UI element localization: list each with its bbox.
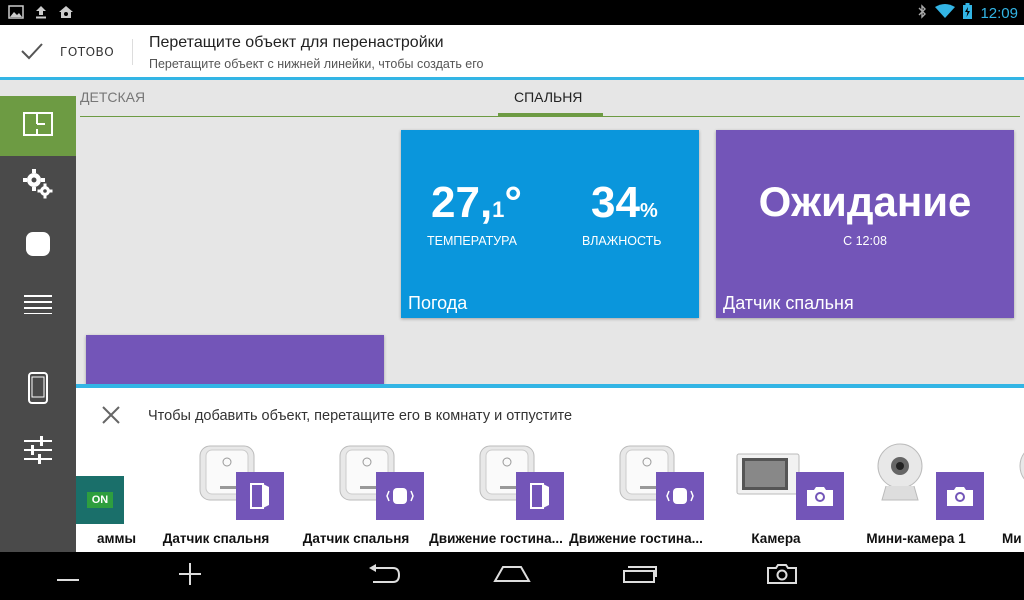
device-icon [24,230,52,262]
widget-item[interactable]: ON аммы [76,438,146,552]
wifi-icon [935,3,956,23]
sensor-tile[interactable]: Ожидание С 12:08 Датчик спальня [716,130,1014,318]
widget-item[interactable]: Камера [706,438,846,552]
tab-underline [80,116,1020,117]
widget-label: Движение гостина... [569,531,703,546]
humidity-caption: ВЛАЖНОСТЬ [582,234,662,248]
sidebar-item-floorplan[interactable] [0,96,76,156]
vibration-icon [656,472,704,520]
battery-icon [963,3,973,23]
widget-item[interactable]: Движение гостина... [566,438,706,552]
camera-icon [766,563,798,589]
camera-device-icon [736,453,800,495]
page-subtitle: Перетащите объект с нижней линейки, чтоб… [149,57,484,71]
sidebar-item-settings[interactable] [0,156,76,216]
recents-button[interactable] [616,552,664,600]
status-bar: 12:09 [0,0,1024,25]
action-bar: ГОТОВО Перетащите объект для перенастрой… [0,25,1024,80]
humidity-value: 34% [591,178,658,227]
page-title: Перетащите объект для перенастройки [149,34,444,51]
phone-icon [28,372,48,408]
close-icon[interactable] [100,404,122,430]
minus-icon [57,567,79,586]
temperature-caption: ТЕМПЕРАТУРА [427,234,517,248]
sensor-state-since: С 12:08 [843,234,887,248]
done-label: ГОТОВО [60,45,115,59]
widget-label: аммы [96,531,136,546]
widget-label: Датчик спальня [162,531,270,546]
active-tab-indicator [498,113,603,116]
checkmark-icon [20,41,44,65]
list-icon [24,294,52,318]
tab-spalnya[interactable]: СПАЛЬНЯ [514,89,582,105]
widget-item[interactable]: Движение гостина... [426,438,566,552]
widget-item[interactable]: Ми [986,438,1024,552]
zoom-in-button[interactable] [172,552,208,600]
clock: 12:09 [980,4,1018,22]
widget-item[interactable]: Датчик спальня [146,438,286,552]
sensor-tile-label: Датчик спальня [723,293,854,313]
recents-icon [622,565,658,587]
drawer-hint: Чтобы добавить объект, перетащите его в … [148,408,573,424]
widget-label: Ми [1002,531,1022,546]
upload-notification-icon [34,4,48,23]
door-icon [236,472,284,520]
sidebar-item-list[interactable] [0,276,76,336]
home-notification-icon [58,4,74,23]
weather-tile[interactable]: 27,1° ТЕМПЕРАТУРА 34% ВЛАЖНОСТЬ Погода [401,130,699,318]
mini-camera-device-icon [877,443,923,501]
plus-icon [179,563,201,589]
navigation-bar [0,552,1024,600]
widget-label: Камера [751,531,801,546]
widget-drawer: Чтобы добавить объект, перетащите его в … [76,384,1024,552]
sidebar-item-phone[interactable] [0,360,76,420]
home-button[interactable] [488,552,536,600]
sidebar [0,96,76,552]
door-icon [516,472,564,520]
action-bar-divider [132,39,133,65]
done-button[interactable]: ГОТОВО [0,25,132,77]
tab-detskaya[interactable]: ДЕТСКАЯ [80,89,145,105]
widget-label: Движение гостина... [429,531,563,546]
widget-label: Датчик спальня [302,531,410,546]
sensor-state: Ожидание [758,178,972,225]
widget-item[interactable]: Датчик спальня [286,438,426,552]
sliders-icon [24,436,52,468]
camera-icon [936,472,984,520]
sidebar-item-adjust[interactable] [0,422,76,482]
on-switch-icon: ON [76,476,124,524]
widget-item[interactable]: Мини-камера 1 [846,438,986,552]
screenshot-button[interactable] [760,552,804,600]
back-icon [367,564,401,588]
back-button[interactable] [360,552,408,600]
gears-icon [22,168,54,204]
vibration-icon [376,472,424,520]
home-icon [493,565,531,587]
widget-label: Мини-камера 1 [866,531,966,546]
zoom-out-button[interactable] [50,552,86,600]
mini-camera-device-icon [1019,452,1024,480]
sidebar-item-devices[interactable] [0,216,76,276]
partial-tile[interactable] [86,335,384,390]
weather-tile-label: Погода [408,293,468,313]
bluetooth-icon [917,3,927,23]
room-tabs: ДЕТСКАЯ СПАЛЬНЯ [80,80,1020,117]
gallery-notification-icon [8,4,24,23]
floorplan-icon [23,112,53,140]
temperature-value: 27,1° [431,178,523,227]
camera-icon [796,472,844,520]
